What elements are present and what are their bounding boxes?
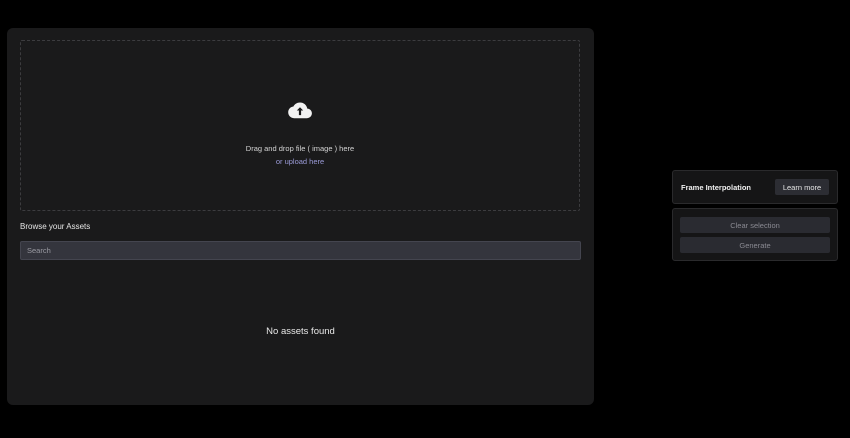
tool-title: Frame Interpolation: [681, 183, 752, 192]
clear-selection-button[interactable]: Clear selection: [680, 217, 830, 233]
browse-assets-heading: Browse your Assets: [20, 222, 91, 231]
empty-assets-message: No assets found: [266, 326, 335, 337]
generate-button[interactable]: Generate: [680, 237, 830, 253]
upload-link[interactable]: or upload here: [21, 157, 579, 166]
tool-actions-panel: Clear selection Generate: [672, 208, 838, 261]
file-dropzone[interactable]: Drag and drop file ( image ) here or upl…: [20, 40, 580, 211]
learn-more-button[interactable]: Learn more: [775, 179, 829, 195]
cloud-upload-icon: [288, 102, 312, 119]
dropzone-instructions: Drag and drop file ( image ) here: [245, 144, 355, 153]
asset-search-input[interactable]: [20, 241, 581, 260]
frame-interpolation-header: Frame Interpolation Learn more: [672, 170, 838, 204]
assets-panel: Drag and drop file ( image ) here or upl…: [7, 28, 594, 405]
